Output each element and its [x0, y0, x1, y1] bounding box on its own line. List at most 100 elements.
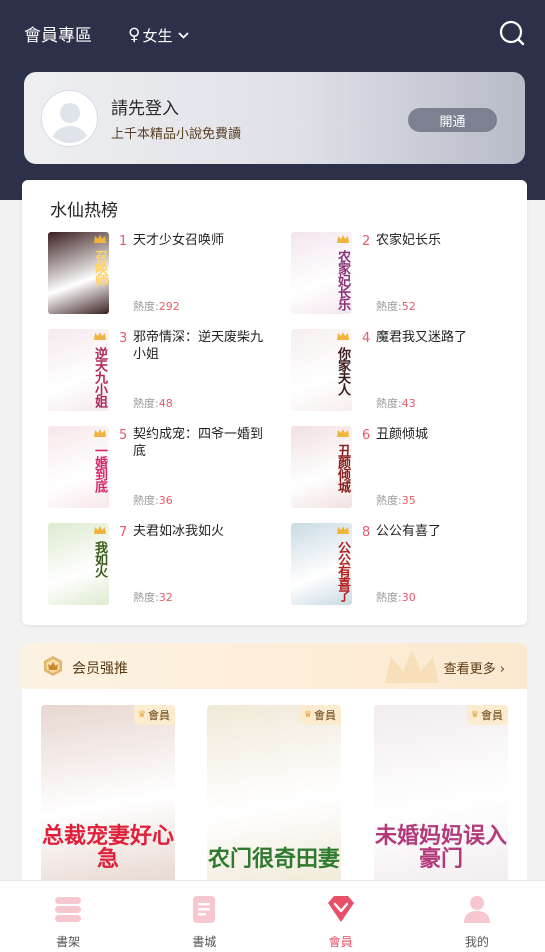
rank-number: 2 — [362, 234, 371, 249]
nav-item-vip-diamond[interactable]: 會員 — [273, 881, 409, 952]
crown-icon — [94, 332, 106, 340]
cover-title: 一婚到底 — [92, 444, 107, 492]
bookstore-icon — [193, 896, 216, 923]
login-card[interactable]: 請先登入 上千本精品小說免費讀 開通 — [24, 72, 525, 164]
vip-cover-title: 农门很奇田妻 — [207, 846, 340, 872]
page-title: 會員專區 — [24, 25, 92, 46]
heat-value: 36 — [158, 494, 173, 507]
female-symbol-icon: ♀ — [128, 25, 141, 45]
member-tag-label: 會員 — [148, 709, 170, 722]
book-cover[interactable]: 召唤师 — [48, 232, 109, 314]
heat-count: 熱度:36 — [133, 492, 173, 508]
vip-header: 会员强推 查看更多 › — [22, 643, 527, 689]
book-title[interactable]: 魔君我又迷路了 — [376, 329, 511, 346]
heat-value: 32 — [158, 591, 173, 604]
cover-title: 你家夫人 — [335, 347, 350, 395]
rank-number: 4 — [362, 331, 371, 346]
heat-count: 熱度:52 — [376, 298, 416, 314]
nav-label: 會員 — [328, 935, 353, 949]
heat-label: 熱度: — [133, 300, 159, 313]
top-bar: 會員專區 ♀ 女生 — [0, 0, 545, 66]
crown-icon — [94, 526, 106, 534]
book-title[interactable]: 夫君如冰我如火 — [133, 523, 268, 540]
avatar[interactable] — [42, 90, 97, 146]
rank-number: 1 — [119, 234, 128, 249]
nav-item-bookshelf[interactable]: 書架 — [0, 881, 136, 952]
view-more-label: 查看更多 — [443, 662, 496, 677]
heat-value: 35 — [401, 494, 416, 507]
rank-number: 7 — [119, 525, 128, 540]
crown-icon: ♛ — [303, 710, 312, 720]
nav-item-bookstore[interactable]: 書城 — [136, 881, 272, 952]
book-title[interactable]: 天才少女召唤师 — [133, 232, 268, 249]
rank-number: 6 — [362, 428, 371, 443]
crown-watermark-icon — [385, 651, 439, 683]
ranking-item[interactable]: 逆天九小姐 3 邪帝情深：逆天废柴九小姐 熱度:48 — [48, 329, 278, 411]
ranking-item[interactable]: 召唤师 1 天才少女召唤师 熱度:292 — [48, 232, 278, 314]
cover-title: 逆天九小姐 — [92, 347, 107, 407]
login-title[interactable]: 請先登入 — [111, 94, 241, 119]
vip-book-cover[interactable]: ♛ 會員 未婚妈妈误入豪门 — [374, 705, 508, 885]
book-cover[interactable]: 逆天九小姐 — [48, 329, 109, 411]
vip-book-cover[interactable]: ♛ 會員 总裁宠妻好心急 — [41, 705, 175, 885]
member-tag: ♛ 會員 — [466, 705, 508, 725]
crown-icon — [94, 235, 106, 243]
member-tag: ♛ 會員 — [299, 705, 341, 725]
nav-item-profile[interactable]: 我的 — [409, 881, 545, 952]
book-title[interactable]: 丑颜倾城 — [376, 426, 511, 443]
vip-book-cover[interactable]: ♛ 會員农门很奇田妻 — [207, 705, 341, 885]
heat-count: 熱度:32 — [133, 589, 173, 605]
nav-label: 我的 — [464, 935, 489, 949]
cover-title: 农家妃长乐 — [335, 250, 350, 310]
heat-value: 48 — [158, 397, 173, 410]
gender-label: 女生 — [142, 26, 173, 45]
rank-number: 8 — [362, 525, 371, 540]
heat-label: 熱度: — [376, 397, 402, 410]
heat-count: 熱度:48 — [133, 395, 173, 411]
heat-value: 43 — [401, 397, 416, 410]
cover-title: 丑颜倾城 — [335, 444, 350, 492]
crown-icon — [337, 235, 349, 243]
login-subtitle: 上千本精品小說免費讀 — [111, 127, 242, 142]
ranking-item[interactable]: 公公有喜了 8 公公有喜了 熱度:30 — [291, 523, 521, 605]
cover-title: 我如火 — [92, 541, 107, 577]
gender-selector[interactable]: ♀ 女生 — [128, 25, 190, 46]
heat-value: 52 — [401, 300, 416, 313]
heat-label: 熱度: — [376, 494, 402, 507]
book-cover[interactable]: 公公有喜了 — [291, 523, 352, 605]
vip-title: 会员强推 — [72, 661, 128, 677]
book-cover[interactable]: 一婚到底 — [48, 426, 109, 508]
open-membership-button[interactable]: 開通 — [408, 108, 497, 132]
view-more-link[interactable]: 查看更多 › — [444, 658, 505, 677]
ranking-item[interactable]: 丑颜倾城 6 丑颜倾城熱度:35 — [291, 426, 521, 508]
heat-label: 熱度: — [376, 591, 402, 604]
ranking-card: 水仙热榜 召唤师 1 天才少女召唤师 熱度:292 农家妃长乐 2 农家妃长乐 熱度:52 逆天… — [22, 180, 527, 625]
rank-number: 5 — [119, 428, 128, 443]
heat-count: 熱度:43 — [376, 395, 416, 411]
ranking-item[interactable]: 我如火 7 夫君如冰我如火 熱度:32 — [48, 523, 278, 605]
book-title[interactable]: 契约成宠：四爷一婚到底 — [133, 426, 268, 460]
bookshelf-icon — [55, 897, 82, 922]
heat-label: 熱度: — [133, 397, 159, 410]
nav-label: 書架 — [56, 935, 81, 949]
ranking-item[interactable]: 农家妃长乐 2 农家妃长乐熱度:52 — [291, 232, 521, 314]
crown-icon — [337, 526, 349, 534]
ranking-title: 水仙热榜 — [50, 201, 118, 221]
cover-title: 公公有喜了 — [335, 541, 350, 601]
search-icon[interactable] — [499, 20, 525, 46]
book-cover[interactable]: 我如火 — [48, 523, 109, 605]
heat-count: 熱度:35 — [376, 492, 416, 508]
book-cover[interactable]: 丑颜倾城 — [291, 426, 352, 508]
book-cover[interactable]: 你家夫人 — [291, 329, 352, 411]
vip-diamond-icon — [327, 896, 354, 922]
member-tag: ♛ 會員 — [133, 705, 175, 725]
ranking-item[interactable]: 你家夫人 4 魔君我又迷路了 熱度:43 — [291, 329, 521, 411]
cover-title: 召唤师 — [92, 250, 107, 286]
book-cover[interactable]: 农家妃长乐 — [291, 232, 352, 314]
book-title[interactable]: 公公有喜了 — [376, 523, 511, 540]
book-title[interactable]: 农家妃长乐 — [376, 232, 511, 249]
heat-label: 熱度: — [133, 591, 159, 604]
ranking-item[interactable]: 一婚到底 5 契约成宠：四爷一婚到底熱度:36 — [48, 426, 278, 508]
book-title[interactable]: 邪帝情深：逆天废柴九小姐 — [133, 329, 268, 363]
heat-label: 熱度: — [133, 494, 159, 507]
